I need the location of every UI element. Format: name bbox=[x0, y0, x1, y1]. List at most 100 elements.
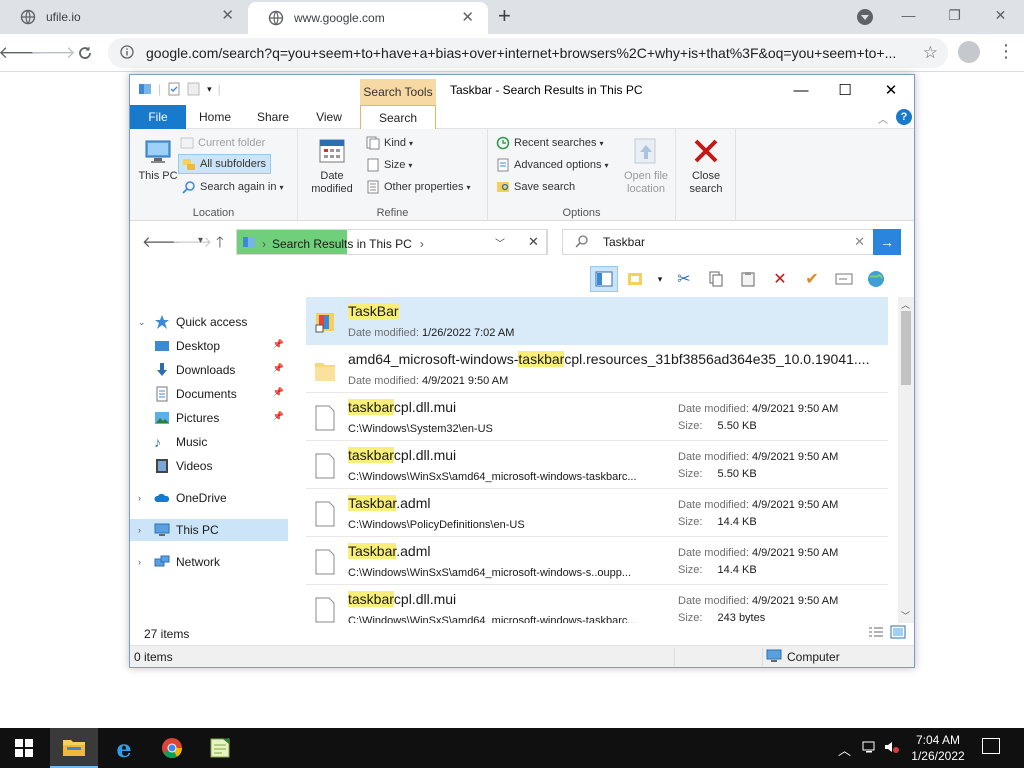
new-tab-button[interactable]: + bbox=[498, 5, 511, 27]
close-tab-icon[interactable]: ✕ bbox=[461, 10, 474, 25]
checkmark-icon[interactable]: ✔ bbox=[798, 266, 826, 292]
nav-downloads[interactable]: Downloads 📌 bbox=[130, 359, 288, 381]
chrome-icon[interactable] bbox=[148, 728, 196, 768]
action-center-icon[interactable] bbox=[982, 738, 1000, 754]
reload-icon[interactable] bbox=[74, 42, 96, 64]
list-item[interactable]: taskbarcpl.dll.mui C:\Windows\WinSxS\amd… bbox=[306, 441, 888, 489]
advanced-options-button[interactable]: Advanced options ▾ bbox=[496, 155, 608, 175]
address-dropdown-icon[interactable]: ﹀ bbox=[495, 235, 505, 250]
nav-quick-access[interactable]: ⌄ Quick access bbox=[130, 311, 288, 333]
details-view-icon[interactable] bbox=[868, 626, 884, 641]
qat-dropdown-icon[interactable]: ▾ bbox=[207, 84, 212, 95]
new-folder-icon[interactable] bbox=[187, 82, 201, 96]
nav-music[interactable]: ♪ Music bbox=[130, 431, 288, 453]
tab-search-icon[interactable] bbox=[857, 9, 873, 25]
tab-file[interactable]: File bbox=[130, 105, 186, 129]
nav-onedrive[interactable]: › OneDrive bbox=[130, 487, 288, 509]
date-modified-button[interactable]: Date modified bbox=[304, 135, 360, 196]
clock-date: 1/26/2022 bbox=[911, 749, 965, 763]
preview-pane-icon[interactable] bbox=[590, 266, 618, 292]
bookmark-star-icon[interactable]: ☆ bbox=[923, 43, 938, 63]
scrollbar-thumb[interactable] bbox=[901, 311, 911, 385]
list-item[interactable]: amd64_microsoft-windows-taskbarcpl.resou… bbox=[306, 345, 888, 393]
size-button[interactable]: Size ▾ bbox=[366, 155, 412, 175]
advanced-options-icon bbox=[496, 158, 510, 172]
browser-tab-google[interactable]: www.google.com ✕ bbox=[248, 2, 488, 34]
nav-desktop[interactable]: Desktop 📌 bbox=[130, 335, 288, 357]
tab-view[interactable]: View bbox=[306, 105, 352, 129]
nav-network[interactable]: › Network bbox=[130, 551, 288, 573]
copy-icon[interactable] bbox=[702, 266, 730, 292]
download-arrow-icon bbox=[154, 362, 170, 378]
address-bar[interactable]: google.com/search?q=you+seem+to+have+a+b… bbox=[108, 38, 948, 68]
scroll-up-icon[interactable]: ︿ bbox=[901, 298, 910, 311]
close-window-icon[interactable]: ✕ bbox=[868, 75, 914, 105]
network-status-icon[interactable] bbox=[862, 740, 878, 757]
minimize-icon[interactable]: ― bbox=[778, 75, 824, 105]
tab-home[interactable]: Home bbox=[192, 105, 238, 129]
windows-start-icon[interactable] bbox=[0, 728, 48, 768]
up-arrow-icon[interactable]: 🡑 bbox=[216, 232, 224, 257]
list-item[interactable]: TaskBar Date modified: 1/26/2022 7:02 AM bbox=[306, 297, 888, 345]
layout-dropdown-icon[interactable]: ▾ bbox=[654, 266, 666, 292]
forward-icon[interactable]: 🡒 bbox=[172, 232, 212, 251]
properties-icon[interactable] bbox=[167, 82, 181, 96]
nav-pictures[interactable]: Pictures 📌 bbox=[130, 407, 288, 429]
nav-videos[interactable]: Videos bbox=[130, 455, 288, 477]
tab-search[interactable]: Search bbox=[360, 105, 436, 130]
file-explorer-taskbar-icon[interactable] bbox=[50, 728, 98, 768]
kind-button[interactable]: Kind ▾ bbox=[366, 133, 413, 153]
delete-icon[interactable]: ✕ bbox=[766, 266, 794, 292]
internet-explorer-icon[interactable]: e bbox=[100, 728, 148, 768]
show-hidden-icons-icon[interactable]: ︿ bbox=[838, 740, 851, 759]
maximize-icon[interactable]: ☐ bbox=[822, 75, 868, 105]
location-bar[interactable]: › Search Results in This PC › ﹀ bbox=[236, 229, 547, 255]
paste-icon[interactable] bbox=[734, 266, 762, 292]
this-pc-button[interactable]: This PC bbox=[138, 135, 178, 183]
other-properties-button[interactable]: Other properties ▾ bbox=[366, 177, 471, 197]
close-search-button[interactable]: Close search bbox=[684, 135, 728, 196]
menu-kebab-icon[interactable]: ⋮ bbox=[997, 42, 1015, 60]
back-icon[interactable]: 🡐 bbox=[0, 42, 44, 64]
current-folder-button[interactable]: Current folder bbox=[180, 133, 265, 153]
recent-locations-icon[interactable]: ▾ bbox=[198, 235, 203, 246]
all-subfolders-button[interactable]: All subfolders bbox=[178, 154, 272, 174]
tab-share[interactable]: Share bbox=[248, 105, 298, 129]
forward-icon[interactable]: 🡒 bbox=[30, 42, 76, 64]
list-item[interactable]: Taskbar.adml C:\Windows\WinSxS\amd64_mic… bbox=[306, 537, 888, 585]
close-window-icon[interactable]: ✕ bbox=[978, 0, 1023, 30]
close-tab-icon[interactable]: ✕ bbox=[221, 8, 234, 23]
pin-icon: 📌 bbox=[272, 387, 284, 397]
collapse-ribbon-icon[interactable]: ︿ bbox=[878, 111, 888, 126]
search-again-in-button[interactable]: Search again in ▾ bbox=[182, 177, 283, 197]
browser-tab-ufile[interactable]: ufile.io ✕ bbox=[0, 0, 248, 34]
stop-search-icon[interactable]: ✕ bbox=[520, 229, 548, 255]
vertical-scrollbar[interactable]: ︿ ﹀ bbox=[898, 297, 914, 623]
search-go-button[interactable]: → bbox=[873, 229, 901, 255]
globe-icon[interactable] bbox=[862, 266, 890, 292]
recent-searches-button[interactable]: Recent searches ▾ bbox=[496, 133, 604, 153]
open-file-location-button[interactable]: Open file location bbox=[618, 135, 674, 196]
restore-icon[interactable]: ❐ bbox=[932, 0, 977, 30]
search-input[interactable]: Taskbar ✕ bbox=[562, 229, 874, 255]
save-search-button[interactable]: Save search bbox=[496, 177, 575, 197]
shortcut-icon bbox=[314, 309, 334, 335]
layout-icon[interactable] bbox=[622, 266, 650, 292]
help-icon[interactable]: ? bbox=[896, 109, 912, 125]
notepad-plus-icon[interactable] bbox=[196, 728, 244, 768]
rename-icon[interactable] bbox=[830, 266, 858, 292]
minimize-icon[interactable]: ― bbox=[886, 0, 931, 30]
profile-avatar-icon[interactable] bbox=[958, 41, 980, 63]
list-item[interactable]: taskbarcpl.dll.mui C:\Windows\System32\e… bbox=[306, 393, 888, 441]
scroll-down-icon[interactable]: ﹀ bbox=[901, 609, 910, 622]
volume-muted-icon[interactable] bbox=[884, 740, 900, 757]
large-icons-view-icon[interactable] bbox=[890, 625, 906, 642]
nav-this-pc[interactable]: › This PC bbox=[130, 519, 288, 541]
site-info-icon[interactable] bbox=[120, 44, 134, 62]
cut-icon[interactable]: ✂ bbox=[670, 266, 698, 292]
clear-search-icon[interactable]: ✕ bbox=[854, 234, 865, 250]
nav-documents[interactable]: Documents 📌 bbox=[130, 383, 288, 405]
list-item[interactable]: taskbarcpl.dll.mui C:\Windows\WinSxS\amd… bbox=[306, 585, 888, 623]
taskbar-clock[interactable]: 7:04 AM 1/26/2022 bbox=[904, 732, 972, 764]
list-item[interactable]: Taskbar.adml C:\Windows\PolicyDefinition… bbox=[306, 489, 888, 537]
